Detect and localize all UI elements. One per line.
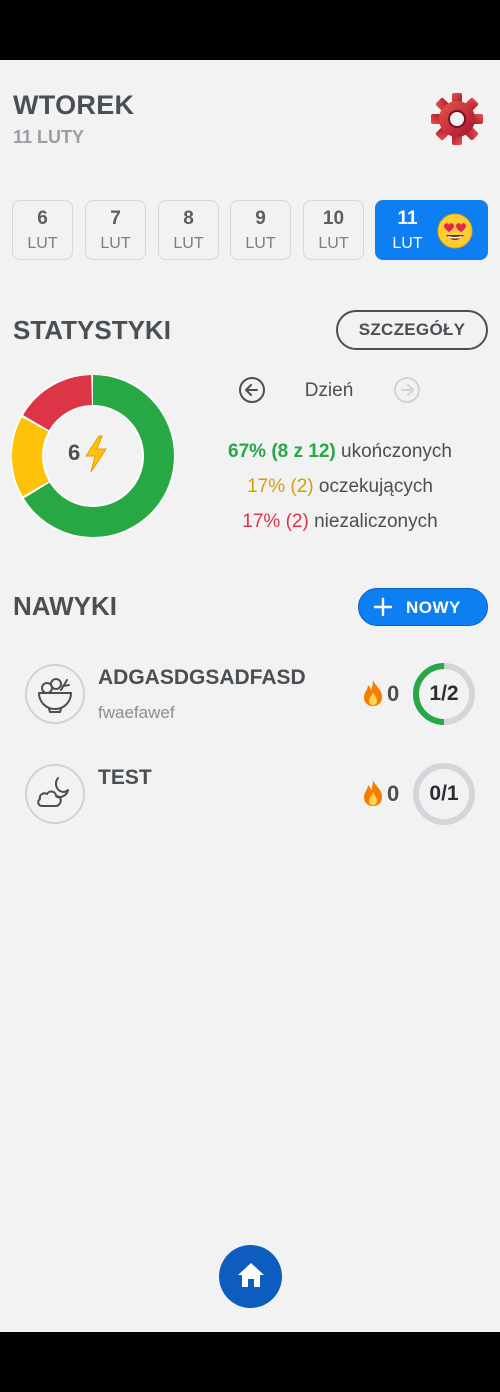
date-button-10[interactable]: 10 LUT xyxy=(303,200,364,260)
plus-icon xyxy=(373,597,393,617)
stat-failed-value: 17% (2) xyxy=(242,511,309,532)
stats-title: STATYSTYKI xyxy=(13,315,171,345)
lightning-icon xyxy=(85,435,107,473)
period-label: Dzień xyxy=(304,380,354,401)
habits-title: NAWYKI xyxy=(13,591,117,621)
habit-progress-text: 0/1 xyxy=(429,782,459,805)
habit-description: fwaefawef xyxy=(98,703,175,722)
stat-pending-value: 17% (2) xyxy=(247,476,314,497)
home-icon xyxy=(238,1263,264,1287)
details-button[interactable]: SZCZEGÓŁY xyxy=(336,310,488,350)
home-button[interactable] xyxy=(219,1245,282,1308)
fire-icon xyxy=(364,680,382,706)
stat-failed: 17% (2) niezaliczonych xyxy=(180,511,500,533)
donut-center-value: 6 xyxy=(68,440,81,465)
habit-item[interactable]: ADGASDGSADFASD fwaefawef 0 1/2 xyxy=(20,660,480,730)
date-day: 11 xyxy=(397,208,418,229)
date-subtitle: 11 LUTY xyxy=(13,127,85,147)
arrow-right-icon[interactable] xyxy=(393,376,421,404)
date-picker: 6 LUT 7 LUT 8 LUT 9 LUT 10 LUT 11 LUT xyxy=(12,200,488,260)
new-habit-button[interactable]: NOWY xyxy=(358,588,488,626)
arrow-left-icon[interactable] xyxy=(238,376,266,404)
date-month: LUT xyxy=(392,235,423,252)
habit-progress-text: 1/2 xyxy=(429,682,459,705)
habit-streak: 0 xyxy=(387,781,400,806)
date-month: LUT xyxy=(173,235,204,252)
date-month: LUT xyxy=(245,235,276,252)
date-day: 7 xyxy=(110,208,121,229)
date-month: LUT xyxy=(27,235,58,252)
stat-failed-label: niezaliczonych xyxy=(314,511,438,532)
stat-pending: 17% (2) oczekujących xyxy=(180,476,500,498)
date-month: LUT xyxy=(318,235,349,252)
date-button-8[interactable]: 8 LUT xyxy=(158,200,219,260)
date-day: 8 xyxy=(183,208,194,229)
habit-streak: 0 xyxy=(387,681,400,706)
habit-name: TEST xyxy=(98,766,152,789)
habit-item[interactable]: TEST 0 0/1 xyxy=(20,760,480,830)
stat-completed-value: 67% (8 z 12) xyxy=(228,441,336,462)
new-habit-label: NOWY xyxy=(406,598,461,617)
date-button-7[interactable]: 7 LUT xyxy=(85,200,146,260)
fire-icon xyxy=(364,780,382,806)
date-day: 6 xyxy=(37,208,48,229)
app-screen: WTOREK 11 LUTY 6 LUT 7 LUT 8 LUT 9 LUT 1… xyxy=(0,60,500,1332)
date-day: 9 xyxy=(255,208,266,229)
habit-name: ADGASDGSADFASD xyxy=(98,666,306,689)
date-day: 10 xyxy=(322,208,345,229)
stat-completed-label: ukończonych xyxy=(341,441,452,462)
salad-bowl-icon xyxy=(25,664,85,724)
navigation-bar xyxy=(0,1332,500,1392)
status-bar xyxy=(0,0,500,60)
moon-cloud-icon xyxy=(25,764,85,824)
date-button-11-selected[interactable]: 11 LUT xyxy=(375,200,488,260)
stat-completed: 67% (8 z 12) ukończonych xyxy=(180,441,500,463)
date-month: LUT xyxy=(100,235,131,252)
gear-icon[interactable] xyxy=(428,90,486,148)
date-button-6[interactable]: 6 LUT xyxy=(12,200,73,260)
stat-pending-label: oczekujących xyxy=(318,476,433,497)
page-title: WTOREK xyxy=(13,90,135,120)
heart-eyes-emoji-icon xyxy=(437,213,473,249)
date-button-9[interactable]: 9 LUT xyxy=(230,200,291,260)
